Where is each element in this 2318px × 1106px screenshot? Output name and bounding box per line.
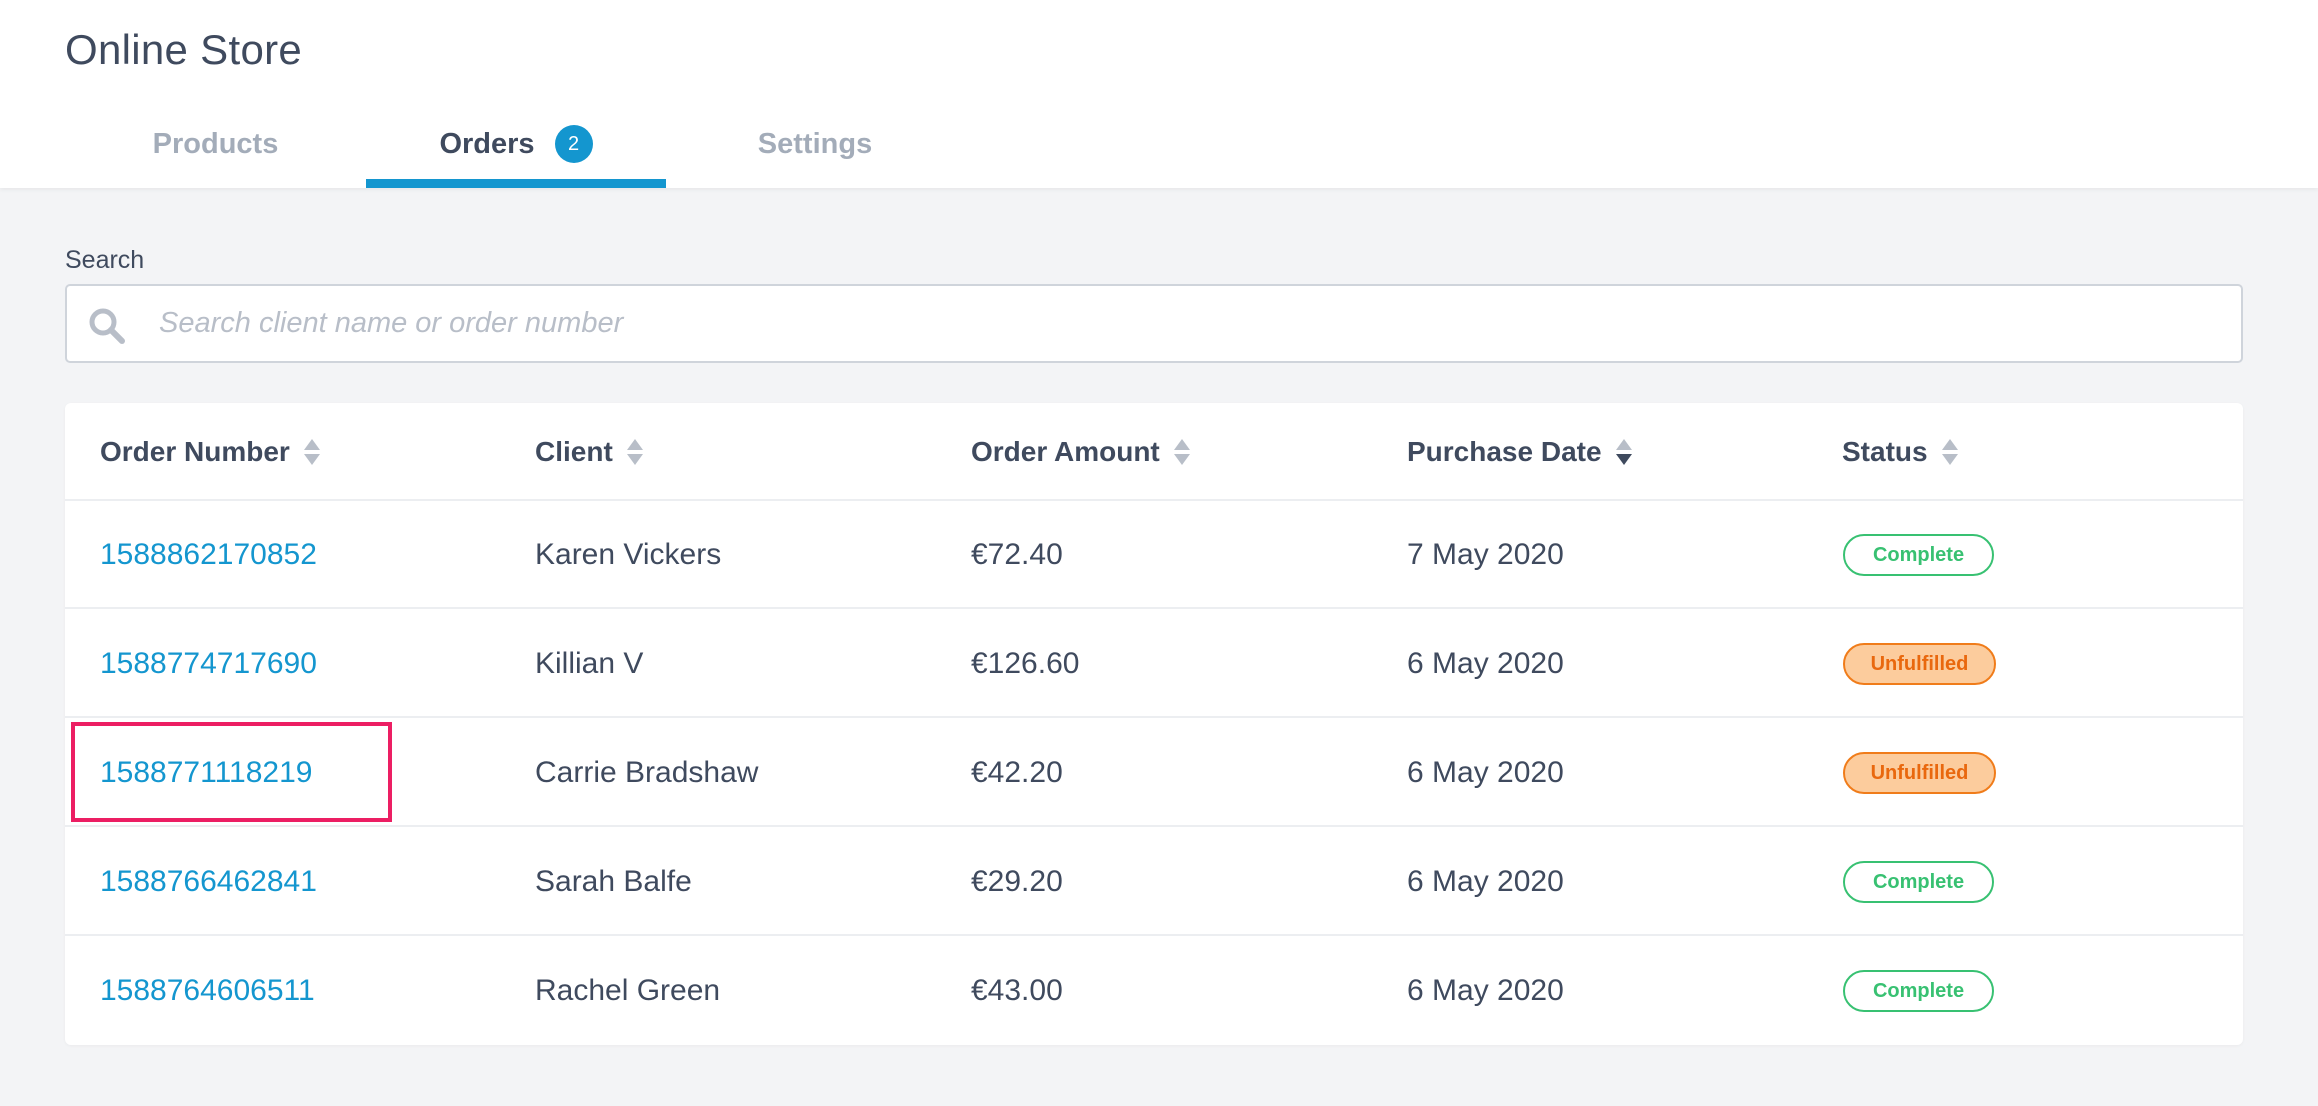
tab-settings[interactable]: Settings <box>720 112 910 188</box>
page-title: Online Store <box>65 26 303 73</box>
table-header: Order Number Client Order Amount Purchas… <box>65 403 2243 501</box>
order-amount: €42.20 <box>971 756 1063 789</box>
column-header-label: Order Amount <box>971 436 1160 467</box>
order-number-link[interactable]: 1588764606511 <box>100 974 315 1008</box>
client-name: Rachel Green <box>535 974 721 1007</box>
search-label: Search <box>65 246 145 274</box>
column-header-label: Order Number <box>100 436 290 467</box>
search-input[interactable] <box>159 286 2209 361</box>
orders-table: Order Number Client Order Amount Purchas… <box>65 403 2243 1045</box>
table-row: 1588766462841 Sarah Balfe €29.20 6 May 2… <box>65 828 2243 936</box>
tab-bar: Products Orders 2 Settings <box>0 112 2318 188</box>
purchase-date: 6 May 2020 <box>1407 865 1564 898</box>
table-row: 1588771118219 Carrie Bradshaw €42.20 6 M… <box>65 719 2243 827</box>
order-number-link[interactable]: 1588766462841 <box>100 865 317 899</box>
column-header-client[interactable]: Client <box>535 403 643 501</box>
tab-settings-label: Settings <box>757 128 873 160</box>
column-header-purchase-date[interactable]: Purchase Date <box>1407 403 1632 501</box>
purchase-date: 6 May 2020 <box>1407 974 1564 1007</box>
order-number-link[interactable]: 1588774717690 <box>100 647 317 681</box>
order-number-link[interactable]: 1588862170852 <box>100 538 317 572</box>
tab-orders-label: Orders <box>439 128 535 160</box>
table-row: 1588764606511 Rachel Green €43.00 6 May … <box>65 937 2243 1045</box>
status-badge: Complete <box>1843 970 1994 1012</box>
status-badge: Unfulfilled <box>1843 643 1996 685</box>
client-name: Sarah Balfe <box>535 865 692 898</box>
sort-icon[interactable] <box>626 437 643 467</box>
sort-icon[interactable] <box>1173 437 1190 467</box>
status-badge: Complete <box>1843 534 1994 576</box>
tab-products-label: Products <box>152 128 279 160</box>
orders-count-badge: 2 <box>554 125 593 163</box>
column-header-label: Purchase Date <box>1407 436 1602 467</box>
order-amount: €29.20 <box>971 865 1063 898</box>
order-number-link[interactable]: 1588771118219 <box>100 756 312 790</box>
column-header-order-number[interactable]: Order Number <box>100 403 320 501</box>
order-amount: €126.60 <box>971 647 1080 680</box>
column-header-label: Client <box>535 436 613 467</box>
tab-orders[interactable]: Orders 2 <box>366 112 666 188</box>
purchase-date: 6 May 2020 <box>1407 647 1564 680</box>
order-amount: €72.40 <box>971 538 1063 571</box>
client-name: Karen Vickers <box>535 538 722 571</box>
sort-icon[interactable] <box>1941 437 1958 467</box>
status-badge: Complete <box>1843 861 1994 903</box>
client-name: Killian V <box>535 647 644 680</box>
status-badge: Unfulfilled <box>1843 752 1996 794</box>
sort-icon[interactable] <box>303 437 320 467</box>
search-field[interactable] <box>65 284 2243 363</box>
column-header-label: Status <box>1842 436 1928 467</box>
search-icon <box>87 306 127 346</box>
column-header-status[interactable]: Status <box>1842 403 1958 501</box>
column-header-order-amount[interactable]: Order Amount <box>971 403 1190 501</box>
app-header: Online Store Products Orders 2 Settings <box>0 0 2318 188</box>
table-row: 1588862170852 Karen Vickers €72.40 7 May… <box>65 501 2243 609</box>
purchase-date: 6 May 2020 <box>1407 756 1564 789</box>
sort-descending-icon[interactable] <box>1615 437 1632 467</box>
client-name: Carrie Bradshaw <box>535 756 759 789</box>
table-row: 1588774717690 Killian V €126.60 6 May 20… <box>65 610 2243 718</box>
purchase-date: 7 May 2020 <box>1407 538 1564 571</box>
order-amount: €43.00 <box>971 974 1063 1007</box>
tab-products[interactable]: Products <box>118 112 313 188</box>
